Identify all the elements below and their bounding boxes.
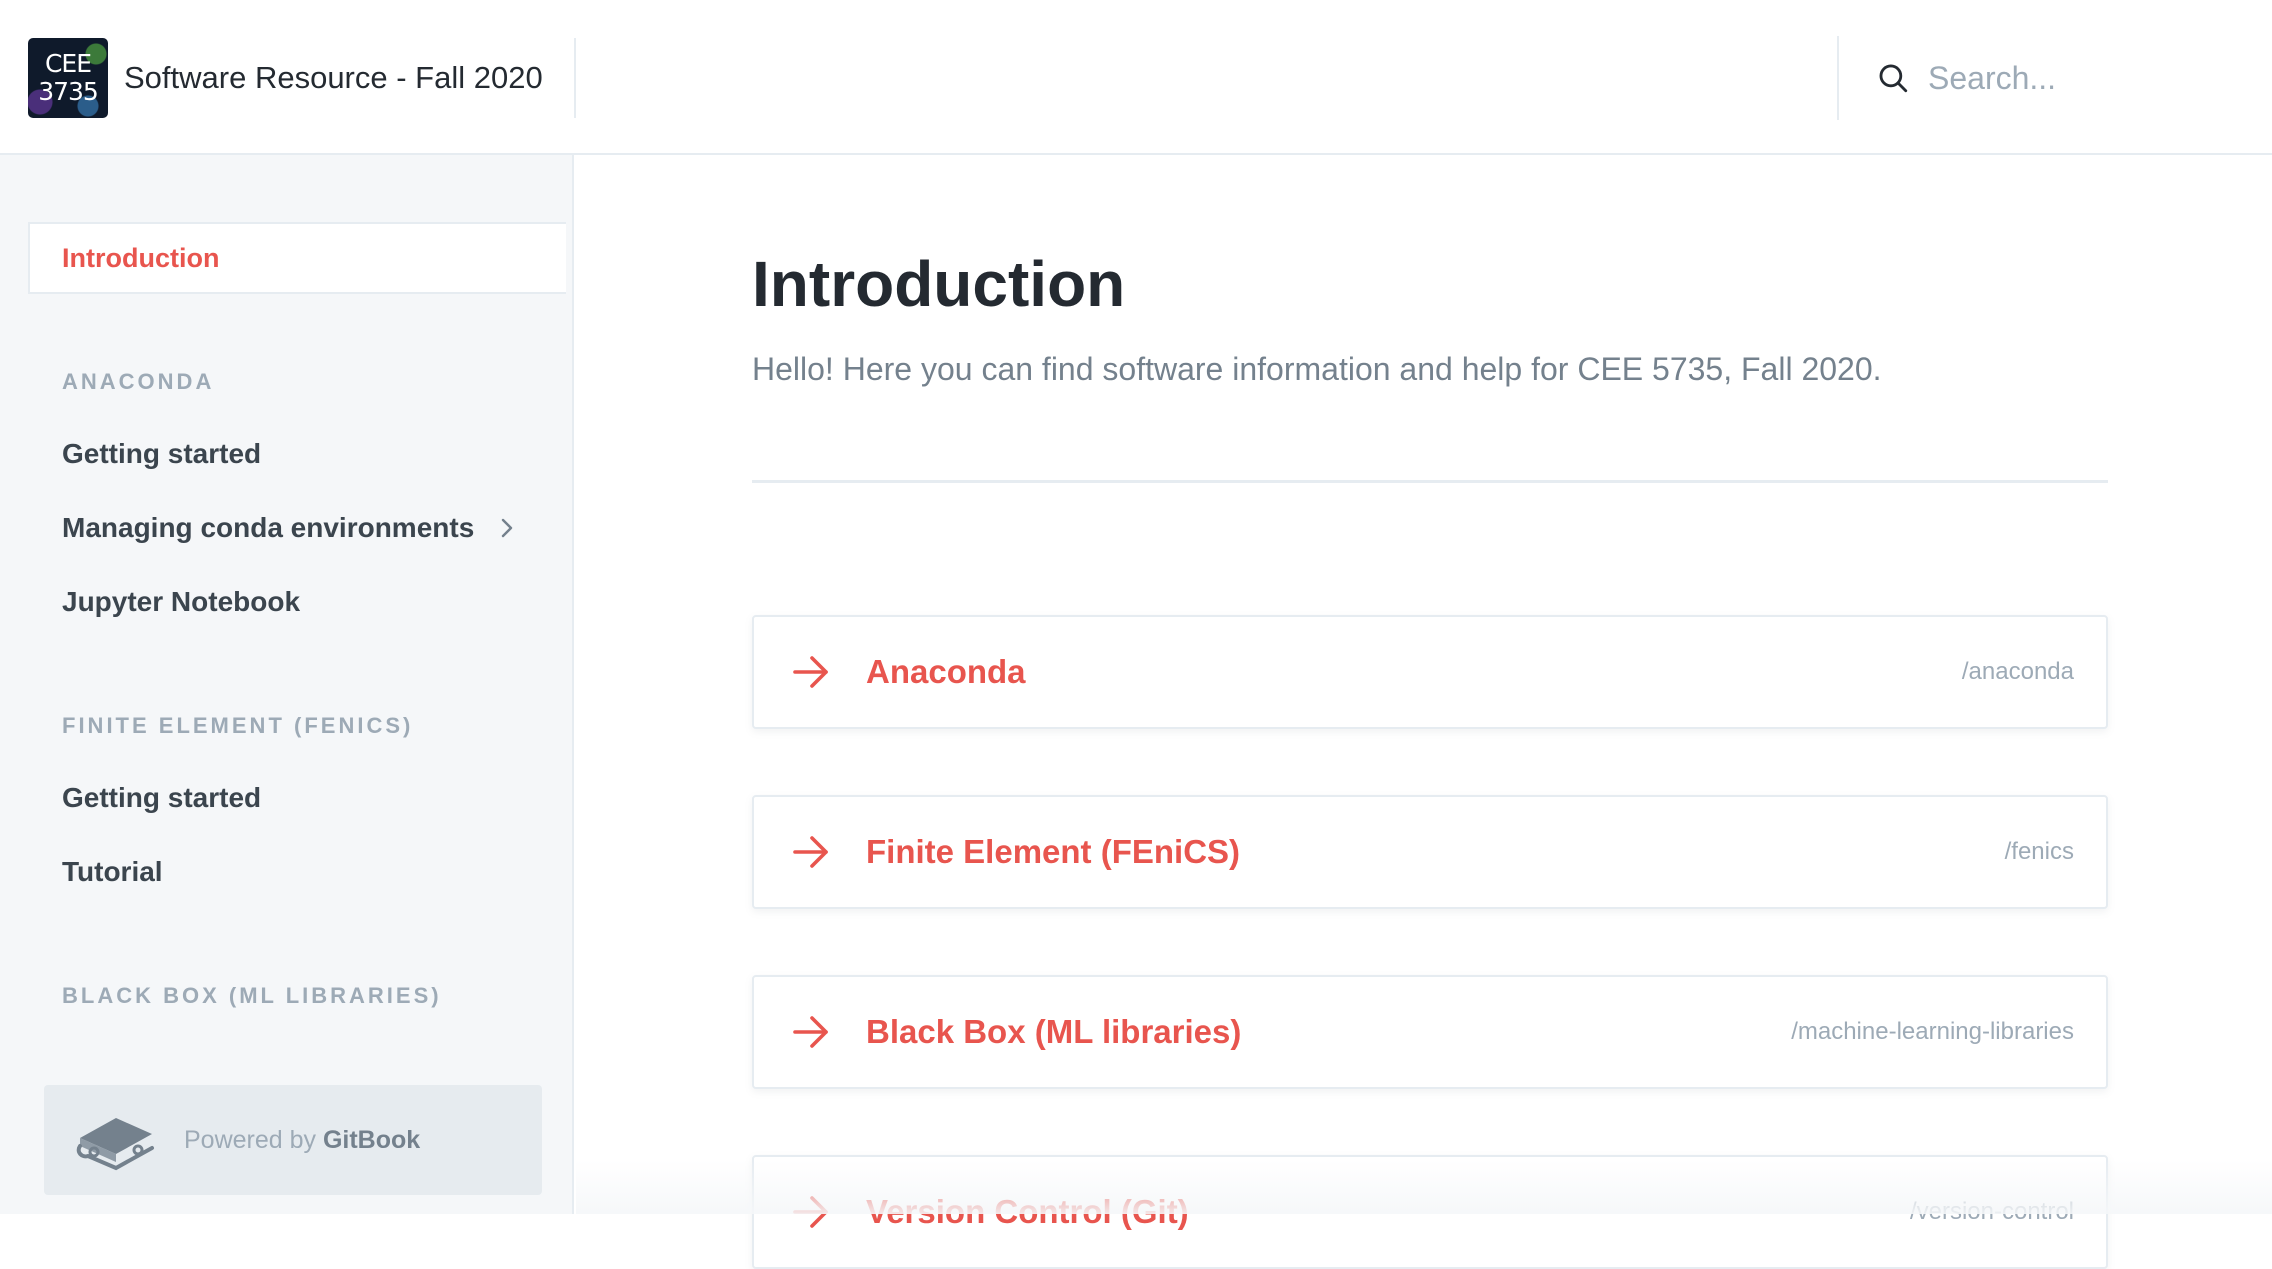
card-title: Finite Element (FEniCS) <box>866 833 1241 870</box>
card-path: /anaconda <box>1961 658 2074 685</box>
sidebar-item-jupyter-notebook[interactable]: Jupyter Notebook <box>62 572 532 632</box>
page-description: Hello! Here you can find software inform… <box>752 351 1882 387</box>
page-link-card-fenics[interactable]: Finite Element (FEniCS) /fenics <box>752 795 2108 909</box>
chevron-right-icon[interactable] <box>496 516 518 540</box>
sidebar-item-label: Getting started <box>62 782 262 813</box>
page-link-card-anaconda[interactable]: Anaconda /anaconda <box>752 615 2108 729</box>
header-divider <box>1837 36 1839 120</box>
course-logo: CEE 3735 <box>28 38 108 118</box>
page-link-card-black-box[interactable]: Black Box (ML libraries) /machine-learni… <box>752 975 2108 1089</box>
sidebar: Introduction ANACONDA Getting started Ma… <box>0 155 574 1214</box>
sidebar-item-label: Getting started <box>62 438 262 469</box>
main-content: Introduction Hello! Here you can find so… <box>576 155 2272 1269</box>
card-title: Black Box (ML libraries) <box>866 1013 1242 1050</box>
page-title: Introduction <box>752 248 1126 320</box>
sidebar-item-fenics-getting-started[interactable]: Getting started <box>62 768 532 828</box>
section-label-black-box: BLACK BOX (ML LIBRARIES) <box>62 983 442 1008</box>
sidebar-item-managing-conda-environments[interactable]: Managing conda environments <box>62 498 532 558</box>
arrow-right-icon <box>793 1016 828 1048</box>
gitbook-book-icon <box>76 1118 154 1171</box>
brand-link[interactable]: CEE 3735 Software Resource - Fall 2020 <box>28 29 568 127</box>
logo-line2: 3735 <box>38 77 99 106</box>
search-box[interactable] <box>1876 50 2246 106</box>
page-link-card-version-control[interactable]: Version Control (Git) /version-control <box>752 1155 2108 1269</box>
section-label-anaconda: ANACONDA <box>62 369 215 394</box>
site-title: Software Resource - Fall 2020 <box>124 60 543 95</box>
top-header: CEE 3735 Software Resource - Fall 2020 <box>0 0 2272 155</box>
sidebar-item-label: Managing conda environments <box>62 512 475 543</box>
sidebar-item-label: Jupyter Notebook <box>62 586 301 617</box>
card-path: /machine-learning-libraries <box>1791 1018 2074 1045</box>
section-label-fenics: FINITE ELEMENT (FENICS) <box>62 713 414 738</box>
arrow-right-icon <box>793 836 828 868</box>
search-input[interactable] <box>1926 58 2230 98</box>
content-divider <box>752 480 2108 483</box>
powered-brand: GitBook <box>322 1125 421 1154</box>
powered-by-text: Powered by GitBook <box>184 1126 420 1155</box>
card-title: Anaconda <box>866 653 1026 690</box>
card-path: /version-control <box>1909 1198 2074 1225</box>
sidebar-item-label: Tutorial <box>62 856 163 887</box>
card-path: /fenics <box>2004 838 2074 865</box>
search-icon <box>1879 64 1908 93</box>
card-title: Version Control (Git) <box>866 1193 1189 1230</box>
sidebar-item-tutorial[interactable]: Tutorial <box>62 842 532 902</box>
header-divider <box>574 38 576 118</box>
logo-line1: CEE <box>44 49 92 78</box>
powered-prefix: Powered by <box>184 1125 323 1154</box>
arrow-right-icon <box>793 1196 828 1228</box>
sidebar-item-getting-started[interactable]: Getting started <box>62 424 532 484</box>
powered-by-gitbook-link[interactable]: Powered by GitBook <box>44 1085 542 1195</box>
arrow-right-icon <box>793 656 828 688</box>
sidebar-item-introduction[interactable]: Introduction <box>28 222 566 294</box>
